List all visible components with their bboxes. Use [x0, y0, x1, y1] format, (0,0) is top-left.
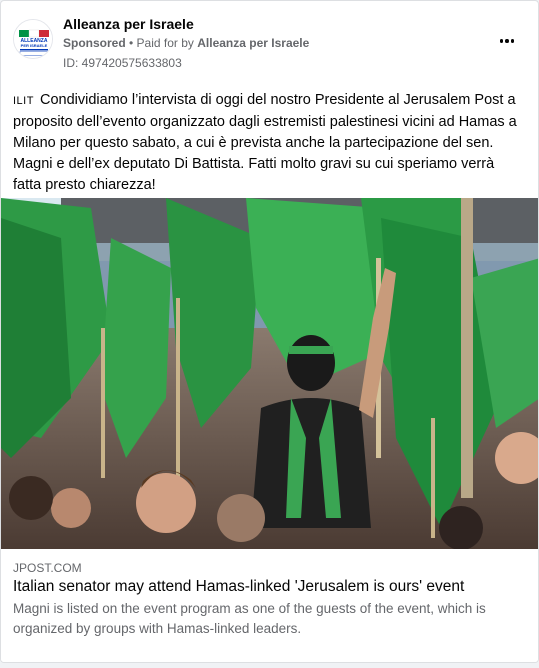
link-preview-image[interactable]: [1, 198, 538, 549]
payer-name: Alleanza per Israele: [197, 36, 310, 50]
more-options-icon: [499, 39, 504, 43]
link-domain: JPOST.COM: [13, 561, 82, 575]
advertiser-name[interactable]: Alleanza per Israele: [63, 16, 194, 32]
rally-photo: [1, 198, 538, 549]
advertiser-avatar[interactable]: ALLEANZA PER ISRAELE: [13, 19, 53, 59]
flag-code: ILIT: [13, 95, 34, 107]
ad-id: ID: 497420575633803: [63, 56, 182, 70]
post-message-text: Condividiamo l’intervista di oggi del no…: [13, 92, 517, 193]
link-preview[interactable]: JPOST.COM Italian senator may attend Ham…: [1, 550, 538, 662]
sponsored-label[interactable]: Sponsored: [63, 36, 126, 50]
link-description: Magni is listed on the event program as …: [13, 601, 486, 636]
link-title[interactable]: Italian senator may attend Hamas-linked …: [13, 577, 464, 597]
paid-for-by-label: Paid for by: [136, 36, 198, 50]
more-options-button[interactable]: [494, 31, 520, 51]
ad-card: ALLEANZA PER ISRAELE Alleanza per Israel…: [0, 0, 539, 663]
post-message: ILIT Condividiamo l’intervista di oggi d…: [13, 90, 523, 196]
alleanza-logo-icon: ALLEANZA PER ISRAELE: [14, 20, 52, 58]
meta-separator: •: [125, 36, 137, 50]
sponsor-meta: Sponsored • Paid for by Alleanza per Isr…: [63, 36, 309, 50]
svg-text:PER ISRAELE: PER ISRAELE: [21, 43, 48, 48]
post-header: ALLEANZA PER ISRAELE Alleanza per Israel…: [1, 1, 538, 77]
